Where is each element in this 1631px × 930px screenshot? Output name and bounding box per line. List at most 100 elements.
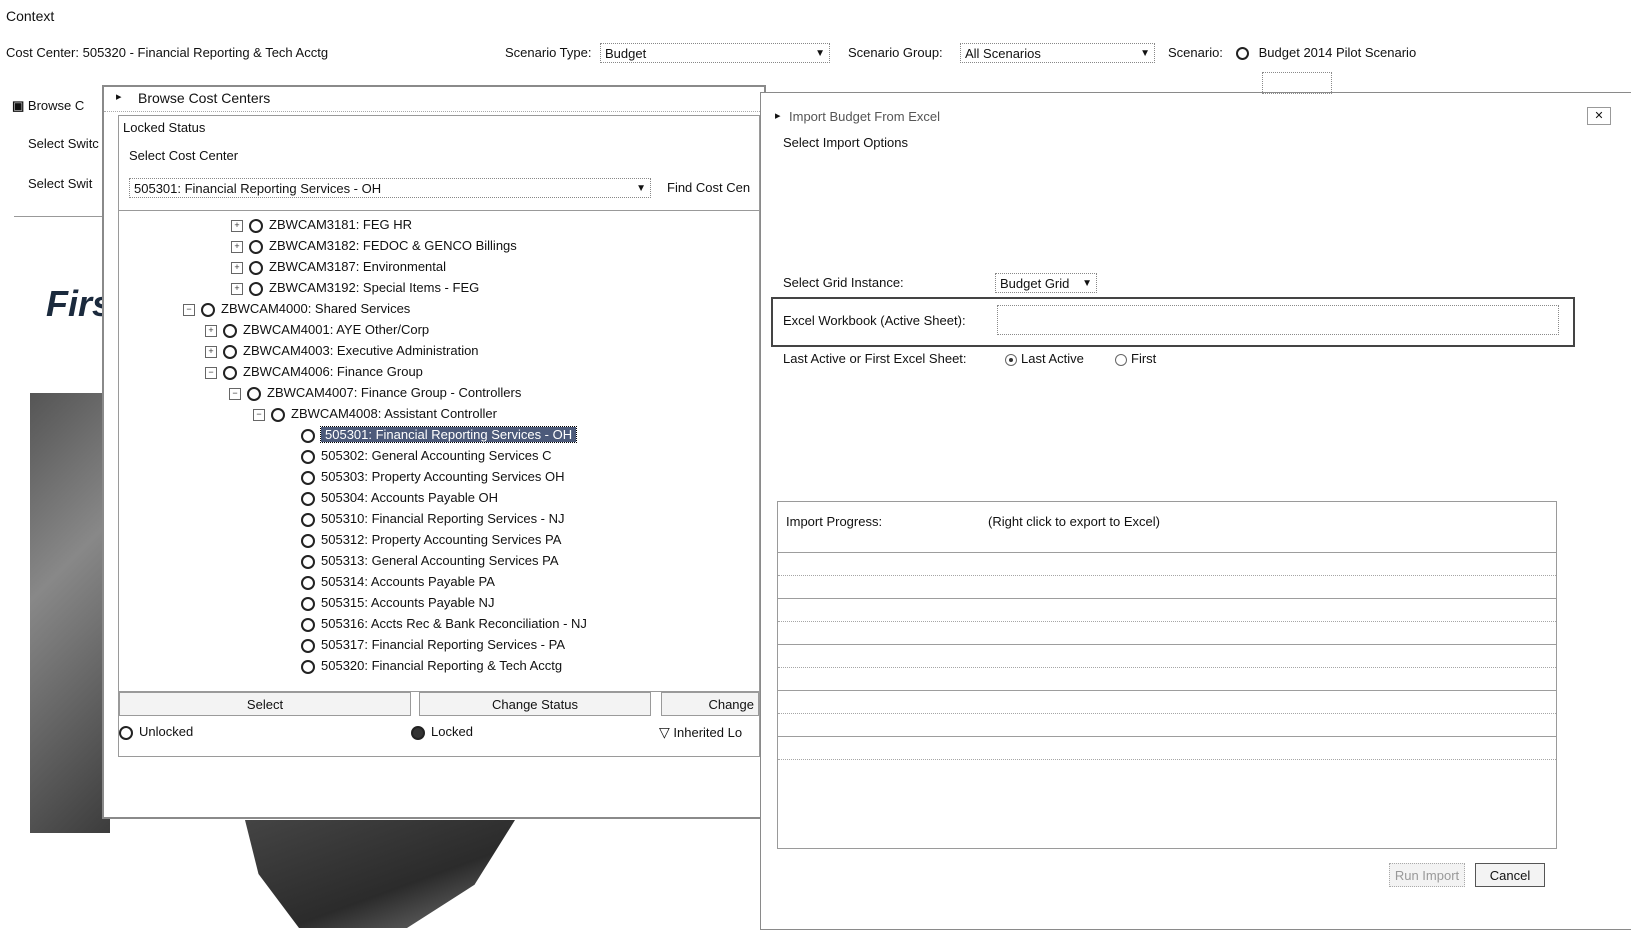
unlocked-status-icon [301, 596, 315, 611]
collapse-icon[interactable]: − [229, 387, 241, 400]
tree-leaf[interactable]: 505320: Financial Reporting & Tech Acctg [301, 656, 562, 676]
change-status-button[interactable]: Change Status [419, 692, 651, 716]
tree-leaf[interactable]: 505316: Accts Rec & Bank Reconciliation … [301, 614, 587, 634]
select-switch-label-1: Select Switc [28, 136, 99, 151]
tree-node-label: 505317: Financial Reporting Services - P… [321, 637, 565, 652]
tree-leaf[interactable]: 505312: Property Accounting Services PA [301, 530, 561, 550]
tree-leaf[interactable]: 505315: Accounts Payable NJ [301, 593, 494, 613]
radio-last-active[interactable]: Last Active [1005, 351, 1084, 366]
tree-node[interactable]: − ZBWCAM4007: Finance Group - Controllers [229, 383, 521, 403]
sheet-option-label: Last Active or First Excel Sheet: [783, 351, 967, 366]
tree-node[interactable]: + ZBWCAM3192: Special Items - FEG [231, 278, 479, 298]
scenario-field[interactable]: Budget 2014 Pilot Scenario [1232, 43, 1627, 63]
tree-node[interactable]: + ZBWCAM3187: Environmental [231, 257, 446, 277]
tree-node-label: 505303: Property Accounting Services OH [321, 469, 565, 484]
grid-instance-label: Select Grid Instance: [783, 275, 904, 290]
close-icon[interactable]: ✕ [1587, 107, 1611, 125]
tree-node-label: 505301: Financial Reporting Services - O… [319, 426, 578, 443]
tree-node-label: ZBWCAM4001: AYE Other/Corp [243, 322, 430, 337]
scenario-label: Scenario: [1168, 45, 1223, 60]
legend-locked-label: Locked [431, 724, 473, 739]
tree-node[interactable]: − ZBWCAM4000: Shared Services [183, 299, 410, 319]
import-progress-hint: (Right click to export to Excel) [988, 514, 1160, 529]
workbook-label: Excel Workbook (Active Sheet): [783, 313, 966, 328]
browse-cost-centers-dialog: ▸ Browse Cost Centers Locked Status Sele… [102, 85, 766, 819]
unlocked-status-icon [249, 281, 263, 296]
tree-leaf[interactable]: 505313: General Accounting Services PA [301, 551, 559, 571]
chevron-down-icon: ▼ [636, 183, 646, 194]
tree-node[interactable]: − ZBWCAM4008: Assistant Controller [253, 404, 497, 424]
tree-leaf[interactable]: 505303: Property Accounting Services OH [301, 467, 565, 487]
tree-leaf[interactable]: 505310: Financial Reporting Services - N… [301, 509, 565, 529]
chevron-down-icon: ▼ [1140, 48, 1150, 59]
tree-leaf[interactable]: 505314: Accounts Payable PA [301, 572, 495, 592]
scenario-group-select[interactable]: All Scenarios ▼ [960, 43, 1155, 63]
dialog-title: Browse Cost Centers [138, 90, 271, 106]
tree-node-label: ZBWCAM3192: Special Items - FEG [269, 280, 480, 295]
radio-first[interactable]: First [1115, 351, 1156, 366]
tree-leaf[interactable]: 505304: Accounts Payable OH [301, 488, 498, 508]
unlocked-status-icon [249, 239, 263, 254]
tree-node[interactable]: − ZBWCAM4006: Finance Group [205, 362, 423, 382]
legend-inherited-label: Inherited Lo [673, 725, 743, 740]
tree-node-label: 505310: Financial Reporting Services - N… [321, 511, 565, 526]
select-button[interactable]: Select [119, 692, 411, 716]
collapse-icon[interactable]: ▸ [775, 109, 781, 122]
cost-center-label: Cost Center: [6, 45, 79, 60]
browse-tab[interactable]: ▣ Browse C [12, 98, 84, 114]
collapse-icon[interactable]: ▸ [116, 90, 122, 103]
tree-node[interactable]: + ZBWCAM3181: FEG HR [231, 215, 412, 235]
workbook-input[interactable] [997, 305, 1559, 335]
tree-node-label: 505304: Accounts Payable OH [321, 490, 499, 505]
unlocked-status-icon [301, 638, 315, 653]
grid-instance-select[interactable]: Budget Grid ▼ [995, 273, 1097, 293]
progress-grid-line [778, 644, 1556, 645]
collapse-icon[interactable]: − [253, 408, 265, 421]
expand-icon[interactable]: + [231, 240, 243, 253]
cost-center-select[interactable]: 505301: Financial Reporting Services - O… [129, 178, 651, 198]
tree-node-label: 505313: General Accounting Services PA [321, 553, 559, 568]
progress-grid-line [778, 598, 1556, 599]
progress-grid-line [778, 552, 1556, 553]
legend-inherited: ▽ Inherited Lo [659, 724, 742, 741]
expand-icon[interactable]: + [205, 324, 217, 337]
find-cost-center-label: Find Cost Cen [667, 180, 751, 195]
expand-icon[interactable]: + [231, 282, 243, 295]
dialog-titlebar: ▸ Import Budget From Excel ✕ [761, 93, 1631, 127]
unlocked-status-icon [301, 512, 315, 527]
dialog-titlebar: ▸ Browse Cost Centers [104, 87, 764, 112]
tree-node[interactable]: + ZBWCAM4001: AYE Other/Corp [205, 320, 429, 340]
progress-grid-line [778, 759, 1556, 760]
tree-leaf[interactable]: 505317: Financial Reporting Services - P… [301, 635, 565, 655]
progress-grid-line [778, 667, 1556, 668]
collapse-icon[interactable]: − [205, 366, 217, 379]
scenario-type-label: Scenario Type: [505, 45, 592, 60]
tree-node-label: 505302: General Accounting Services C [321, 448, 552, 463]
import-progress-label: Import Progress: [786, 514, 883, 529]
cancel-button[interactable]: Cancel [1475, 863, 1545, 887]
change-button[interactable]: Change [661, 692, 759, 716]
expand-icon[interactable]: + [231, 261, 243, 274]
expand-icon[interactable]: + [205, 345, 217, 358]
tree-node-label: 505314: Accounts Payable PA [321, 574, 495, 589]
unlocked-status-icon [301, 575, 315, 590]
collapse-icon[interactable]: − [183, 303, 195, 316]
run-import-button[interactable]: Run Import [1389, 863, 1465, 887]
chevron-down-icon: ▼ [815, 48, 825, 59]
radio-last-active-label: Last Active [1021, 351, 1084, 366]
unlocked-status-icon [301, 428, 315, 443]
progress-grid-line [778, 713, 1556, 714]
scenario-type-select[interactable]: Budget ▼ [600, 43, 830, 63]
tree-node-label: ZBWCAM3187: Environmental [269, 259, 447, 274]
tree-node[interactable]: + ZBWCAM4003: Executive Administration [205, 341, 479, 361]
tree-node[interactable]: + ZBWCAM3182: FEDOC & GENCO Billings [231, 236, 517, 256]
tree-leaf-selected[interactable]: 505301: Financial Reporting Services - O… [301, 425, 578, 445]
divider [14, 216, 110, 217]
select-cost-center-label: Select Cost Center [129, 148, 239, 163]
scenario-value: Budget 2014 Pilot Scenario [1258, 45, 1417, 60]
progress-grid-line [778, 736, 1556, 737]
expand-icon[interactable]: + [231, 219, 243, 232]
tree-leaf[interactable]: 505302: General Accounting Services C [301, 446, 552, 466]
progress-grid-line [778, 621, 1556, 622]
import-progress-panel: Import Progress: (Right click to export … [777, 501, 1557, 849]
